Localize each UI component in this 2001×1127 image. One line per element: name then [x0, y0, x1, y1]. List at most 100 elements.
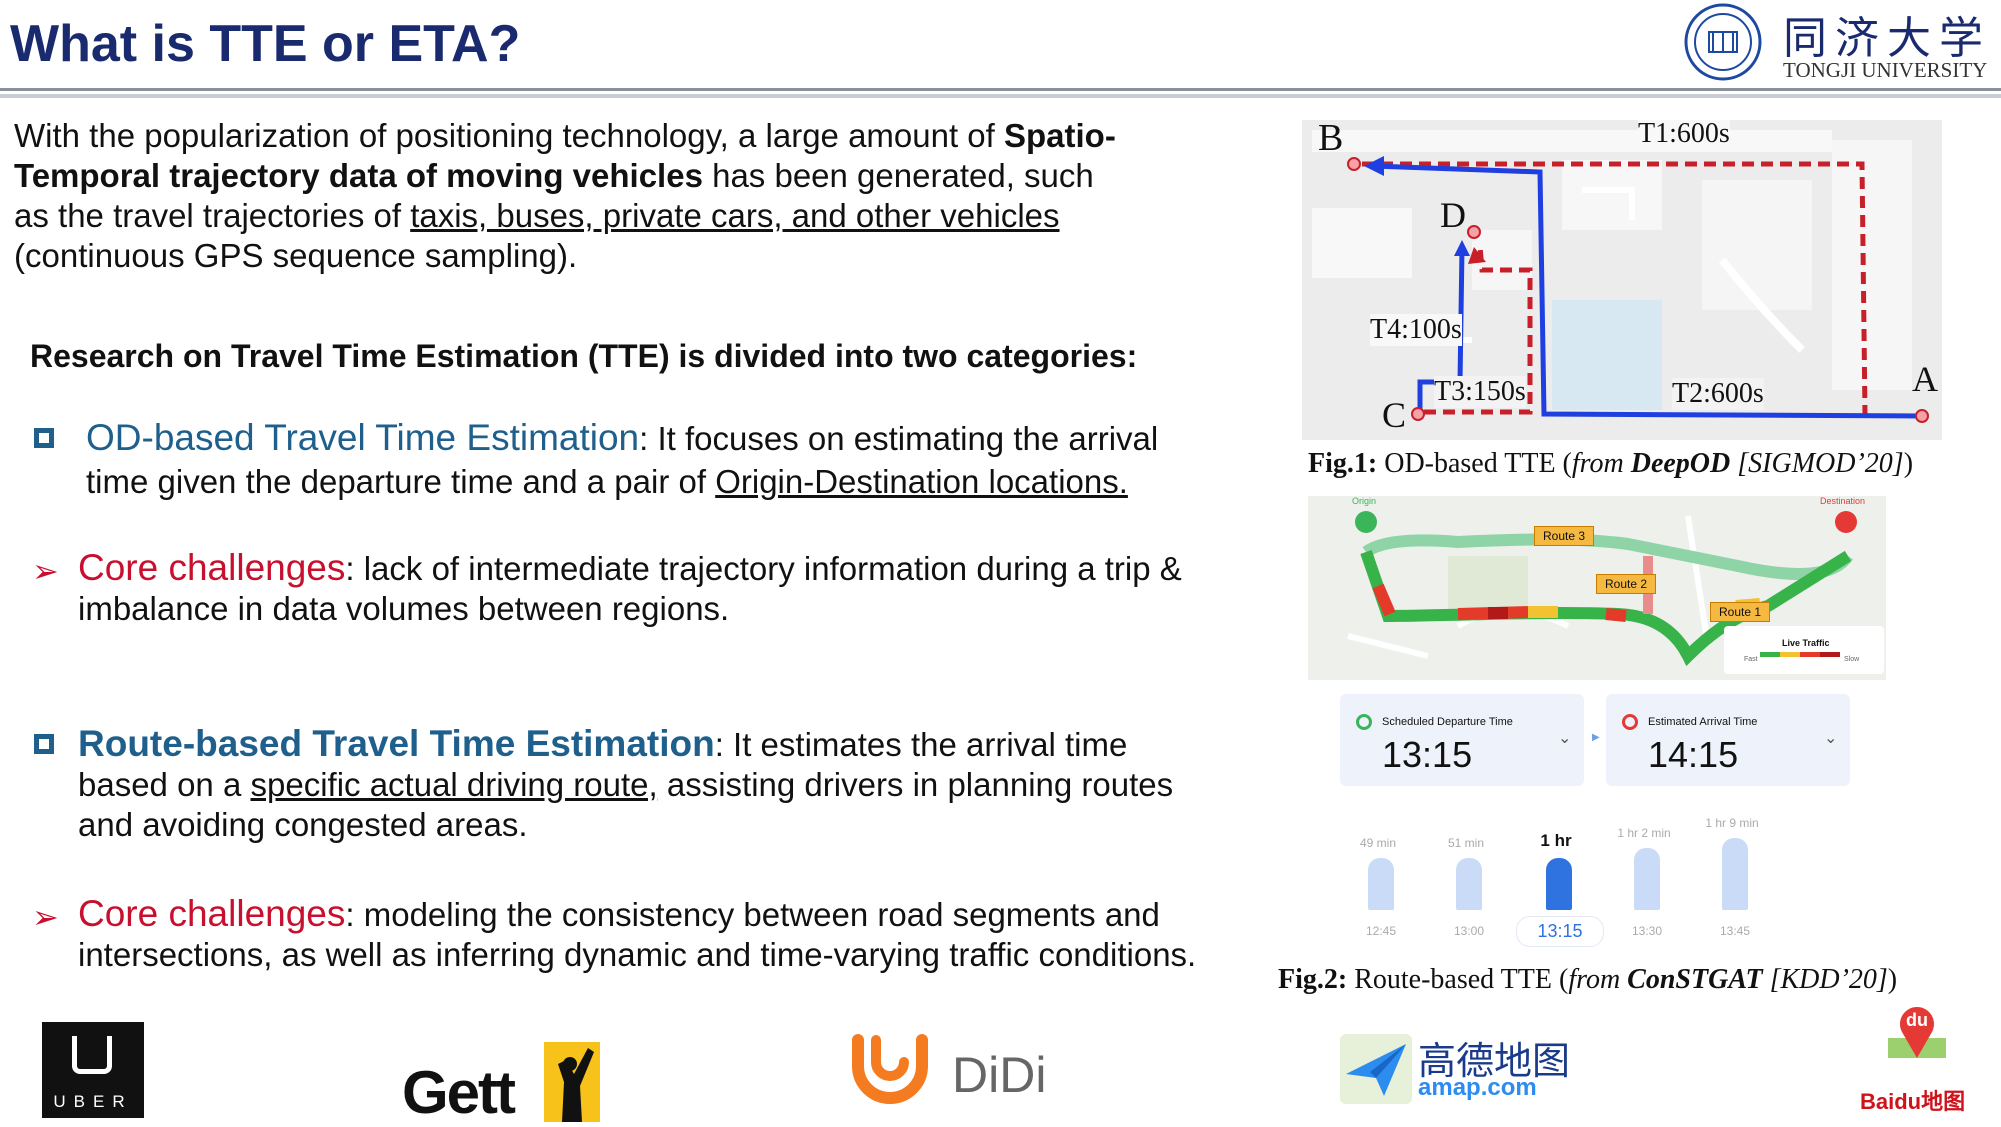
fig1-label-a: A	[1912, 359, 1938, 399]
route3-tag: Route 3	[1534, 526, 1595, 546]
intro-text: as the travel trajectories of	[14, 197, 411, 234]
route-section: Route-based Travel Time Estimation: It e…	[78, 724, 1288, 845]
time-option[interactable]: 13:30	[1604, 924, 1690, 938]
fig1-label-t2: T2:600s	[1672, 378, 1764, 410]
fig1-label-t4: T4:100s	[1370, 314, 1462, 346]
fig1-caption-end: )	[1903, 448, 1914, 479]
amap-plane-icon	[1340, 1034, 1412, 1104]
route-desc: based on a	[78, 766, 251, 803]
departure-dot-icon	[1356, 714, 1372, 730]
time-option[interactable]: 13:45	[1692, 924, 1778, 938]
fig2-caption: Fig.2: Route-based TTE (from ConSTGAT [K…	[1278, 964, 1897, 996]
duration-label: 1 hr	[1540, 831, 1572, 850]
departure-card[interactable]: Scheduled Departure Time 13:15 ⌄	[1340, 694, 1584, 786]
od-section: OD-based Travel Time Estimation: It focu…	[86, 418, 1286, 459]
intro-text: (continuous GPS sequence sampling).	[14, 237, 578, 274]
duration-bar[interactable]	[1546, 858, 1572, 910]
gett-text: Gett	[402, 1059, 516, 1126]
fig2-caption-text: Route-based TTE (	[1347, 964, 1569, 995]
arrival-dot-icon	[1622, 714, 1638, 730]
route-desc-underlined: specific actual driving route,	[250, 766, 658, 803]
fig2-caption-venue: [KDD’20]	[1762, 964, 1888, 995]
uber-u-icon	[72, 1036, 112, 1074]
fig1-label-t3: T3:150s	[1434, 376, 1526, 408]
arrow-right-icon: ▶	[1592, 732, 1600, 743]
arrival-label: Estimated Arrival Time	[1648, 716, 1758, 728]
od-desc: time given the departure time and a pair…	[86, 463, 716, 500]
uber-logo: UBER	[42, 1022, 144, 1118]
destination-label: Destination	[1820, 496, 1866, 506]
baidu-map-logo: du Baidu地图	[1856, 1002, 1996, 1120]
origin-label: Origin	[1352, 496, 1377, 506]
od-challenge-arrow-icon: ➢	[32, 553, 59, 589]
live-traffic-label: Live Traffic	[1782, 638, 1830, 648]
fig2-route-map: Origin Destination Route 3 Route 2 Route…	[1308, 496, 1886, 954]
od-challenge-label: Core challenges	[78, 547, 346, 588]
od-desc-line2: time given the departure time and a pair…	[86, 462, 1286, 502]
intro-paragraph: With the popularization of positioning t…	[14, 116, 1274, 276]
time-option[interactable]: 12:45	[1338, 924, 1424, 938]
fig1-od-map: B D C A T1:600s T2:600s T3:150s T4:100s	[1302, 120, 1942, 440]
header-divider	[0, 88, 2001, 91]
time-option[interactable]: 13:00	[1426, 924, 1512, 938]
fig1-label-b: B	[1318, 120, 1344, 159]
fig1-caption-model: DeepOD	[1630, 448, 1731, 479]
intro-text: With the popularization of positioning t…	[14, 117, 1004, 154]
duration-bar[interactable]	[1368, 858, 1394, 910]
route2-tag: Route 2	[1596, 574, 1657, 594]
route-title: Route-based Travel Time Estimation	[78, 723, 715, 764]
duration-bar[interactable]	[1722, 838, 1748, 910]
route-bullet-icon	[34, 734, 54, 759]
duration-bar[interactable]	[1456, 858, 1482, 910]
origin-marker-icon	[1355, 511, 1377, 533]
research-heading: Research on Travel Time Estimation (TTE)…	[30, 338, 1138, 374]
fig1-caption: Fig.1: OD-based TTE (from DeepOD [SIGMOD…	[1308, 448, 1913, 480]
od-title: OD-based Travel Time Estimation	[86, 417, 640, 458]
route-challenge-arrow-icon: ➢	[32, 899, 59, 935]
fig1-caption-venue: [SIGMOD’20]	[1730, 448, 1904, 479]
route-challenge-text: intersections, as well as inferring dyna…	[78, 936, 1197, 973]
slow-label: Slow	[1844, 656, 1860, 663]
duration-label: 49 min	[1359, 836, 1397, 850]
time-option[interactable]: 13:15	[1516, 916, 1604, 947]
baidu-du-text: du	[1906, 1010, 1928, 1030]
fig2-caption-from: from	[1568, 964, 1628, 995]
university-cn: 同济大学	[1783, 13, 1991, 64]
duration-label: 51 min	[1447, 836, 1485, 850]
duration-bar[interactable]	[1634, 848, 1660, 910]
departure-time: 13:15	[1382, 734, 1473, 775]
route1-tag: Route 1	[1710, 602, 1771, 622]
university-en: TONGJI UNIVERSITY	[1783, 58, 1988, 82]
intro-bold: Spatio-	[1004, 117, 1116, 154]
fig1-caption-from: from	[1571, 448, 1631, 479]
amap-logo: 高德地图 amap.com	[1340, 1030, 1580, 1110]
arrival-card[interactable]: Estimated Arrival Time 14:15 ⌄	[1606, 694, 1850, 786]
od-challenge: Core challenges: lack of intermediate tr…	[78, 548, 1278, 629]
didi-icon	[852, 1034, 928, 1104]
od-desc-underlined: Origin-Destination locations.	[715, 463, 1128, 500]
intro-text: has been generated, such	[702, 157, 1094, 194]
fast-label: Fast	[1744, 656, 1758, 663]
od-challenge-text: imbalance in data volumes between region…	[78, 590, 730, 627]
fig1-caption-text: OD-based TTE (	[1377, 448, 1572, 479]
didi-logo: DiDi	[848, 1032, 1068, 1112]
destination-marker-icon	[1835, 511, 1857, 533]
route-desc: and avoiding congested areas.	[78, 806, 528, 843]
route-challenge-text: : modeling the consistency between road …	[345, 896, 1160, 933]
tongji-logo: 同济大学 TONGJI UNIVERSITY	[1683, 2, 1993, 84]
duration-label: 1 hr 2 min	[1617, 826, 1671, 840]
intro-underlined: taxis, buses, private cars, and other ve…	[410, 197, 1060, 234]
od-desc: : It focuses on estimating the arrival	[639, 420, 1159, 457]
fig1-map-svg	[1302, 120, 1942, 440]
route-challenge-label: Core challenges	[78, 893, 346, 934]
route-desc: assisting drivers in planning routes	[657, 766, 1174, 803]
fig1-label-d: D	[1440, 195, 1466, 235]
gett-taxi-icon	[544, 1042, 600, 1122]
arrival-time: 14:15	[1648, 734, 1739, 775]
fig1-label-t1: T1:600s	[1638, 120, 1730, 150]
didi-text: DiDi	[952, 1047, 1047, 1103]
fig2-caption-bold: Fig.2:	[1278, 964, 1348, 995]
route-desc: : It estimates the arrival time	[714, 726, 1128, 763]
uber-text: UBER	[53, 1092, 133, 1111]
od-bullet-icon	[34, 428, 54, 453]
